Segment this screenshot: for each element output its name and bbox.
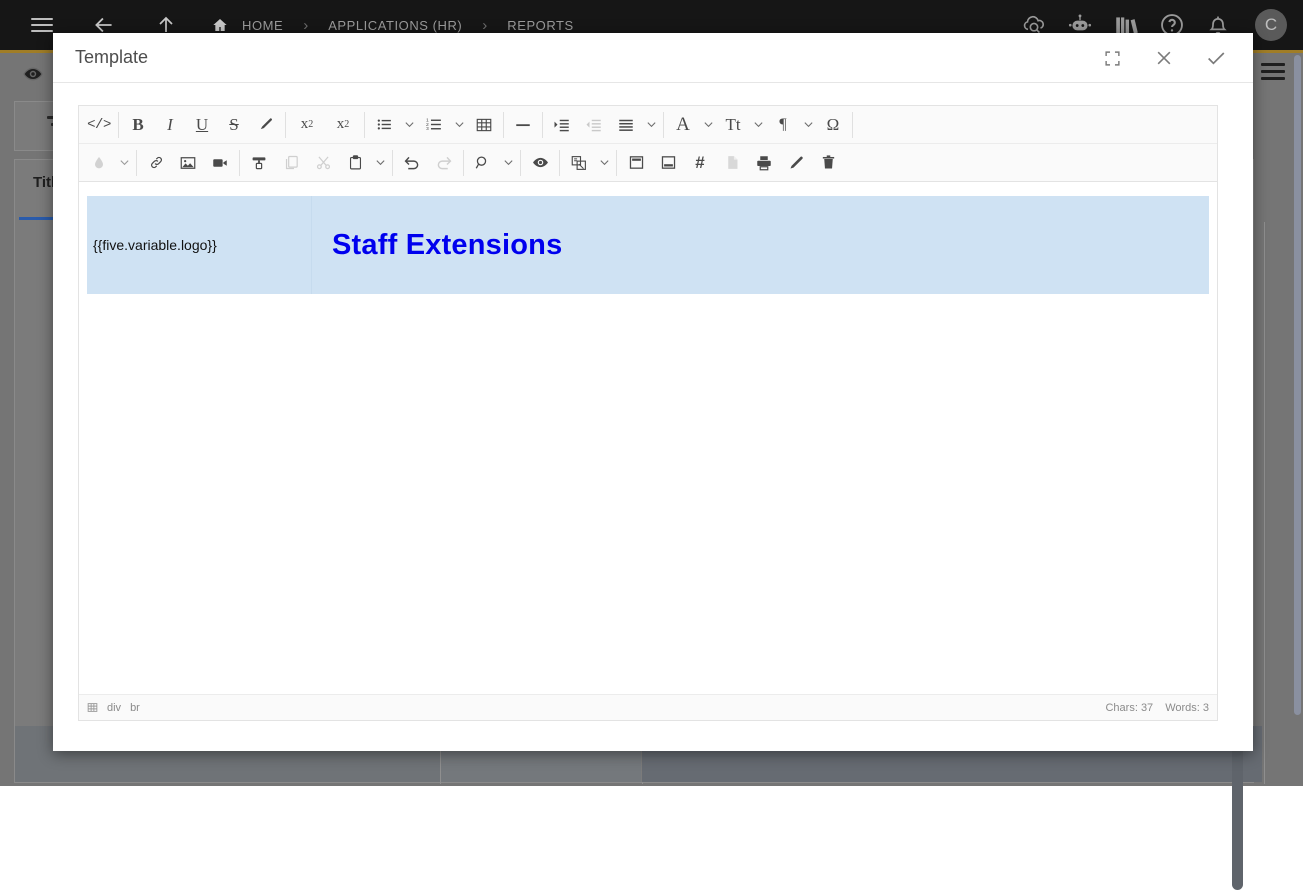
dialog-title: Template xyxy=(75,47,148,68)
element-path-br[interactable]: br xyxy=(130,702,140,714)
page-header-button[interactable] xyxy=(620,148,652,178)
breadcrumb-item-applications[interactable]: APPLICATIONS (HR) xyxy=(322,18,468,33)
insert-image-button[interactable] xyxy=(172,148,204,178)
superscript-button[interactable]: x2 xyxy=(289,110,325,140)
breadcrumb-separator: › xyxy=(289,17,322,34)
toolbar-divider xyxy=(392,150,393,176)
underline-button[interactable]: U xyxy=(186,110,218,140)
chevron-down-icon[interactable] xyxy=(749,110,767,140)
paste-button[interactable] xyxy=(339,148,371,178)
template-table[interactable]: {{five.variable.logo}} Staff Extensions xyxy=(87,196,1209,294)
chevron-down-icon[interactable] xyxy=(450,110,468,140)
edit-button[interactable] xyxy=(780,148,812,178)
toolbar-divider xyxy=(663,112,664,138)
outdent-button[interactable] xyxy=(578,110,610,140)
indent-button[interactable] xyxy=(546,110,578,140)
page-menu-icon[interactable] xyxy=(1261,63,1285,84)
special-character-button[interactable]: Ω xyxy=(817,110,849,140)
toolbar-divider xyxy=(520,150,521,176)
chevron-down-icon[interactable] xyxy=(595,148,613,178)
char-count: Chars: 37 xyxy=(1105,702,1153,714)
toolbar-divider xyxy=(559,150,560,176)
toolbar-divider xyxy=(364,112,365,138)
chevron-down-icon[interactable] xyxy=(642,110,660,140)
table-cell-logo[interactable]: {{five.variable.logo}} xyxy=(87,196,312,294)
strikethrough-button[interactable]: S xyxy=(218,110,250,140)
cut-button[interactable] xyxy=(307,148,339,178)
subscript-button[interactable]: x2 xyxy=(325,110,361,140)
code-view-button[interactable]: </> xyxy=(83,110,115,140)
toolbar-divider xyxy=(239,150,240,176)
page-number-button[interactable]: # xyxy=(684,148,716,178)
toolbar-divider xyxy=(285,112,286,138)
paragraph-style-button[interactable]: ¶ xyxy=(767,110,799,140)
breadcrumb-separator: › xyxy=(468,17,501,34)
toolbar-divider xyxy=(852,112,853,138)
page-properties-button[interactable] xyxy=(716,148,748,178)
chevron-down-icon[interactable] xyxy=(371,148,389,178)
italic-button[interactable]: I xyxy=(154,110,186,140)
toolbar-divider xyxy=(503,112,504,138)
dialog-header: Template xyxy=(53,33,1253,83)
logo-variable-text: {{five.variable.logo}} xyxy=(93,237,217,253)
toolbar-divider xyxy=(136,150,137,176)
chevron-down-icon[interactable] xyxy=(499,148,517,178)
snippets-button[interactable] xyxy=(563,148,595,178)
horizontal-rule-button[interactable] xyxy=(507,110,539,140)
template-dialog: Template </> B xyxy=(53,33,1253,751)
chevron-down-icon[interactable] xyxy=(699,110,717,140)
toolbar-divider xyxy=(542,112,543,138)
highlight-color-button[interactable] xyxy=(83,148,115,178)
toolbar-divider xyxy=(616,150,617,176)
redo-button[interactable] xyxy=(428,148,460,178)
rich-text-editor: </> B I U S x2 x2 xyxy=(78,105,1218,721)
dialog-scrollbar-track xyxy=(1244,85,1253,751)
unordered-list-button[interactable] xyxy=(368,110,400,140)
insert-link-button[interactable] xyxy=(140,148,172,178)
table-icon[interactable] xyxy=(87,702,98,713)
breadcrumb: HOME › APPLICATIONS (HR) › REPORTS xyxy=(212,17,580,34)
chevron-down-icon[interactable] xyxy=(400,110,418,140)
toolbar-divider xyxy=(118,112,119,138)
fullscreen-button[interactable] xyxy=(1097,43,1127,73)
breadcrumb-item-home[interactable]: HOME xyxy=(236,18,289,33)
undo-button[interactable] xyxy=(396,148,428,178)
delete-button[interactable] xyxy=(812,148,844,178)
document-heading: Staff Extensions xyxy=(332,229,562,262)
bold-button[interactable]: B xyxy=(122,110,154,140)
element-path-div[interactable]: div xyxy=(107,702,121,714)
breadcrumb-item-reports[interactable]: REPORTS xyxy=(501,18,579,33)
column-divider xyxy=(1264,222,1265,784)
preview-eye-icon[interactable] xyxy=(22,63,44,85)
confirm-button[interactable] xyxy=(1201,43,1231,73)
close-button[interactable] xyxy=(1149,43,1179,73)
font-size-button[interactable]: Tt xyxy=(717,110,749,140)
ordered-list-button[interactable]: 1 2 3 xyxy=(418,110,450,140)
preview-button[interactable] xyxy=(524,148,556,178)
format-painter-button[interactable] xyxy=(243,148,275,178)
insert-table-button[interactable] xyxy=(468,110,500,140)
word-count: Words: 3 xyxy=(1165,702,1209,714)
font-family-button[interactable]: A xyxy=(667,110,699,140)
align-button[interactable] xyxy=(610,110,642,140)
chevron-down-icon[interactable] xyxy=(115,148,133,178)
insert-video-button[interactable] xyxy=(204,148,236,178)
home-icon[interactable] xyxy=(212,17,228,33)
find-replace-button[interactable] xyxy=(467,148,499,178)
editor-toolbar-row-2: # xyxy=(79,144,1217,182)
page-footer-button[interactable] xyxy=(652,148,684,178)
editor-canvas[interactable]: {{five.variable.logo}} Staff Extensions xyxy=(79,182,1217,694)
editor-toolbar-row-1: </> B I U S x2 x2 xyxy=(79,106,1217,144)
avatar[interactable]: C xyxy=(1255,9,1287,41)
svg-text:3: 3 xyxy=(426,126,429,132)
editor-status-bar: div br Chars: 37 Words: 3 xyxy=(79,694,1217,720)
clear-formatting-button[interactable] xyxy=(250,110,282,140)
chevron-down-icon[interactable] xyxy=(799,110,817,140)
dialog-scrollbar-thumb[interactable] xyxy=(1294,55,1301,715)
copy-button[interactable] xyxy=(275,148,307,178)
toolbar-divider xyxy=(463,150,464,176)
page-break-button[interactable] xyxy=(748,148,780,178)
table-cell-heading[interactable]: Staff Extensions xyxy=(312,196,1209,294)
